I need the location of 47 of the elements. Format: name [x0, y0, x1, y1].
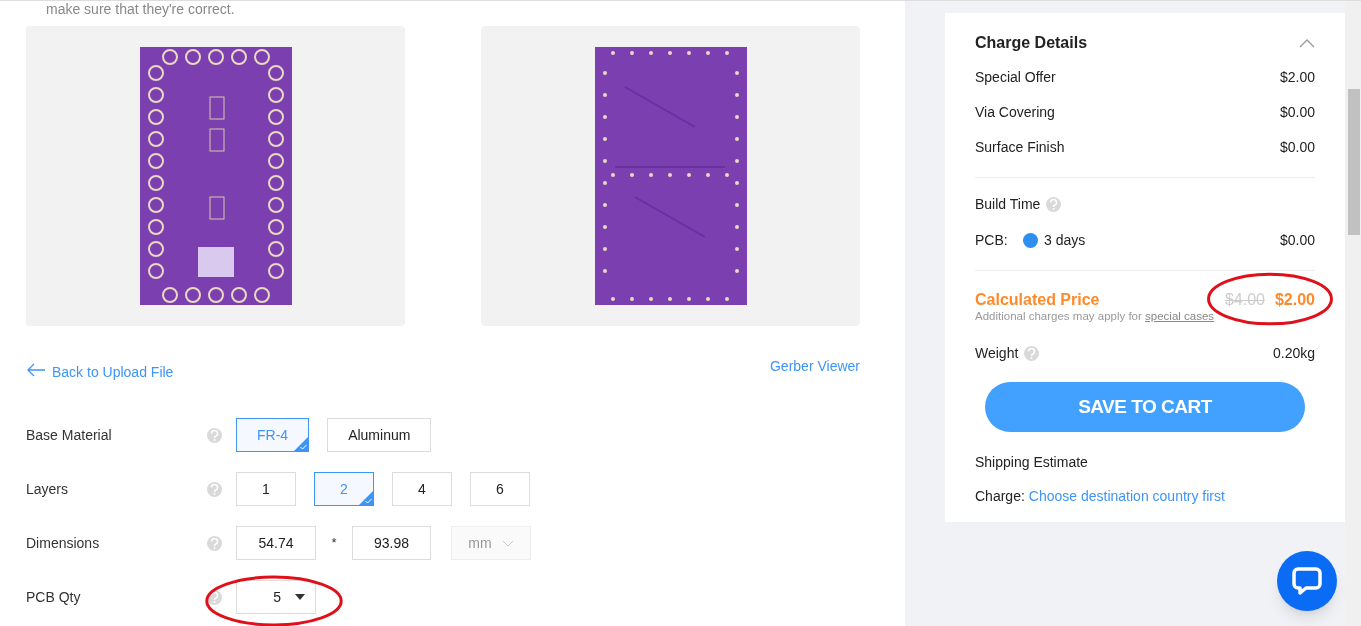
- radio-button[interactable]: [1023, 232, 1038, 248]
- calculated-price-label: Calculated Price: [975, 290, 1100, 310]
- instruction-text: make sure that they're correct.: [45, 2, 235, 16]
- option-button[interactable]: FR-4: [236, 418, 310, 452]
- option-label: Layers: [26, 479, 70, 499]
- charge-label: Special Offer: [975, 67, 1056, 87]
- build-option-text: 3 days: [1044, 230, 1087, 250]
- charge-label: Surface Finish: [975, 137, 1065, 157]
- option-button[interactable]: 1: [236, 472, 296, 506]
- build-option-label: PCB:: [975, 230, 1009, 250]
- special-cases-link[interactable]: special cases: [1145, 310, 1215, 322]
- charge-label: Charge:: [975, 486, 1025, 506]
- charge-label: Via Covering: [975, 102, 1055, 122]
- option-label: Dimensions: [26, 533, 101, 553]
- width-field[interactable]: 54.74: [236, 526, 316, 560]
- check-corner-icon: [359, 491, 373, 505]
- shipping-estimate-title: Shipping Estimate: [975, 453, 1089, 468]
- chevron-down-icon: [501, 539, 514, 547]
- build-time-label: Build Time: [975, 194, 1041, 214]
- chat-bubble-icon: [1292, 567, 1322, 595]
- discounted-price: $2.00: [1274, 290, 1315, 310]
- arrow-left-icon: [26, 362, 46, 377]
- weight-label: Weight: [975, 343, 1019, 363]
- option-button[interactable]: 6: [470, 472, 530, 506]
- charge-value: $0.00: [1279, 137, 1315, 157]
- option-button[interactable]: Aluminum: [327, 418, 432, 452]
- check-corner-icon: [294, 437, 309, 451]
- height-field[interactable]: 93.98: [352, 526, 431, 560]
- caret-down-icon: [295, 594, 305, 600]
- charge-value: $2.00: [1279, 67, 1315, 87]
- option-label: PCB Qty: [26, 587, 82, 607]
- times-symbol: *: [330, 534, 338, 553]
- scrollbar[interactable]: [1345, 1, 1361, 626]
- save-to-cart-button[interactable]: SAVE TO CART: [985, 382, 1305, 432]
- quantity-select[interactable]: 5: [236, 580, 316, 614]
- gerber-viewer-link[interactable]: Gerber Viewer: [770, 356, 860, 377]
- back-link[interactable]: Back to Upload File: [26, 356, 174, 383]
- destination-link[interactable]: Choose destination country first: [1028, 485, 1225, 507]
- option-button[interactable]: 2: [314, 472, 374, 506]
- build-time-value: $0.00: [1279, 230, 1315, 250]
- price-note: Additional charges may apply for special cases: [975, 309, 1216, 323]
- weight-value: 0.20kg: [1272, 343, 1315, 363]
- charge-value: $0.00: [1279, 102, 1315, 122]
- chevron-up-icon[interactable]: [1299, 38, 1315, 48]
- option-label: Base Material: [26, 425, 113, 445]
- charge-details-title: Charge Details: [975, 33, 1088, 53]
- option-button[interactable]: 4: [392, 472, 452, 506]
